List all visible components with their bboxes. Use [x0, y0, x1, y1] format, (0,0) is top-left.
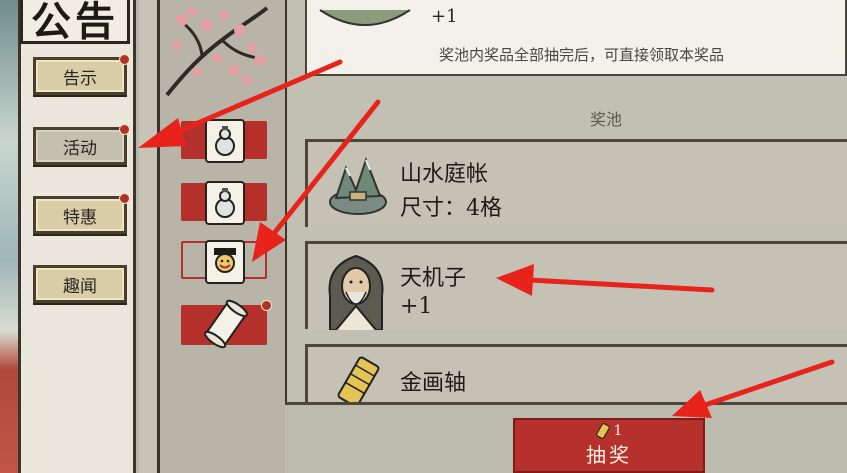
grand-prize-quantity: +1 [431, 6, 458, 27]
draw-cost: 1 [595, 423, 623, 439]
draw-cost-value: 1 [613, 423, 623, 439]
prize-detail: +1 [400, 294, 433, 319]
menu-button-label: 特惠 [63, 207, 97, 228]
landscape-garden-icon [329, 157, 387, 215]
gourd-bottle-icon[interactable] [205, 181, 245, 225]
prize-name: 山水庭帐 [400, 162, 489, 187]
notification-dot [119, 124, 130, 135]
menu-button-label: 活动 [63, 138, 97, 159]
prize-card[interactable]: 山水庭帐 尺寸：4格 [305, 139, 847, 227]
draw-lottery-button[interactable]: 1 抽奖 [513, 418, 705, 473]
prize-name: 金画轴 [400, 371, 467, 396]
prize-name: 天机子 [400, 266, 467, 291]
menu-button-events[interactable]: 活动 [33, 124, 130, 165]
grand-prize-note: 奖池内奖品全部抽完后，可直接领取本奖品 [439, 46, 725, 64]
notification-dot [261, 300, 272, 311]
menu-button-label: 告示 [63, 68, 97, 89]
notification-dot [119, 193, 130, 204]
panel-divider [139, 0, 160, 473]
prize-card[interactable]: 天机子 +1 [305, 241, 847, 330]
prize-card[interactable]: 金画轴 [305, 344, 847, 407]
scroll-icon[interactable] [199, 297, 253, 351]
grand-prize-icon [319, 9, 411, 26]
prize-detail: 尺寸：4格 [400, 196, 502, 221]
menu-button-deals[interactable]: 特惠 [33, 193, 130, 234]
menu-button-label: 趣闻 [63, 276, 97, 297]
plum-blossom-decoration [165, 6, 269, 97]
golden-scroll-icon [337, 356, 380, 407]
gourd-bottle-icon[interactable] [205, 119, 245, 163]
menu-button-anecdotes[interactable]: 趣闻 [33, 265, 127, 303]
sage-portrait-icon [328, 254, 384, 330]
menu-button-announcement[interactable]: 告示 [33, 54, 130, 95]
notice-title: 公告 [20, 0, 130, 45]
notification-dot [119, 54, 130, 65]
character-portrait-icon[interactable] [205, 240, 245, 284]
prize-pool-heading: 奖池 [590, 110, 623, 129]
draw-button-label: 抽奖 [586, 443, 632, 467]
grand-prize-card: +1 奖池内奖品全部抽完后，可直接领取本奖品 [305, 0, 847, 76]
scroll-ticket-icon [595, 423, 610, 439]
